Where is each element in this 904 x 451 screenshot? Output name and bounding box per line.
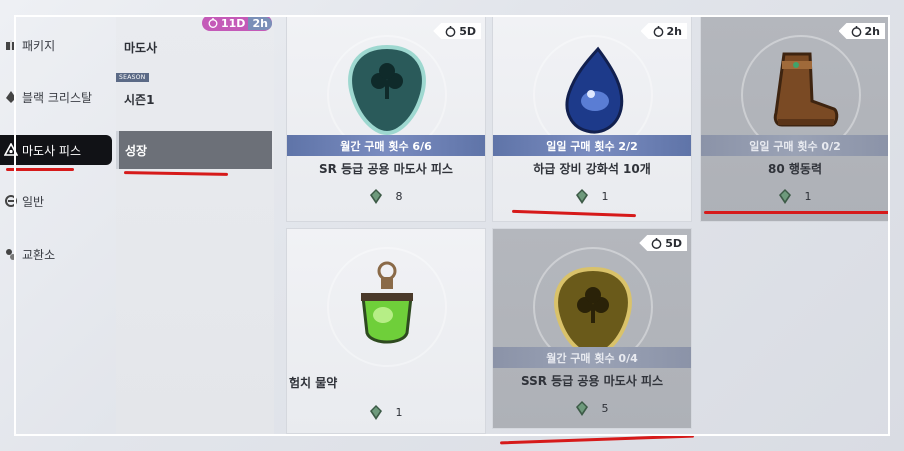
price-row: 1 <box>493 189 691 204</box>
category-black-crystal[interactable]: 블랙 크리스탈 <box>0 82 92 112</box>
shop-card-exp-potion[interactable]: 험치 물약 1 <box>286 228 486 434</box>
item-name: 험치 물약 <box>289 376 338 390</box>
ssr-clover-piece-icon <box>554 266 632 358</box>
category-label: 일반 <box>22 194 45 209</box>
category-label: 패키지 <box>22 38 56 53</box>
season-badge: SEASON <box>116 73 149 82</box>
card-timer-tag: 5D <box>433 23 481 39</box>
price-row: 5 <box>493 401 691 416</box>
price-row: 8 <box>287 189 485 204</box>
item-name: 80 행동력 <box>768 162 822 176</box>
subcategory-panel: 마도사 SEASON 시즌1 성장 <box>116 15 274 436</box>
stopwatch-icon <box>208 18 218 28</box>
price-row: 1 <box>701 189 889 204</box>
purchase-limit-band: 일일 구매 횟수 0/2 <box>701 135 889 156</box>
category-general[interactable]: 일반 <box>0 186 44 216</box>
category-mage-piece[interactable]: 마도사 피스 <box>0 135 112 165</box>
card-timer: 2h <box>864 24 881 38</box>
category-label: 교환소 <box>22 247 56 262</box>
shop-card-ssr-piece[interactable]: 5D 월간 구매 횟수 0/4 SSR 등급 공용 마도사 피스 5 <box>492 228 692 429</box>
annotation-underline <box>6 168 74 171</box>
category-label: 블랙 크리스탈 <box>22 90 93 105</box>
shop-card-sr-piece[interactable]: 5D 월간 구매 횟수 6/6 SR 등급 공용 마도사 피스 8 <box>286 16 486 222</box>
category-exchange[interactable]: 교환소 <box>0 239 55 269</box>
stopwatch-icon <box>851 25 861 37</box>
green-gem-icon <box>575 189 588 204</box>
item-name: 하급 장비 강화석 10개 <box>533 162 651 176</box>
price-value: 1 <box>601 190 609 203</box>
category-label: 마도사 피스 <box>22 143 82 158</box>
price-value: 5 <box>601 402 609 415</box>
green-gem-icon <box>575 401 588 416</box>
purchase-limit-band: 월간 구매 횟수 6/6 <box>287 135 485 156</box>
price-value: 8 <box>395 190 403 203</box>
card-timer: 5D <box>665 236 682 250</box>
boot-icon <box>773 52 839 127</box>
price-value: 1 <box>395 406 403 419</box>
card-timer: 5D <box>459 24 476 38</box>
green-gem-icon <box>369 189 382 204</box>
annotation-underline <box>500 434 694 445</box>
category-sidebar: 패키지 블랙 크리스탈 마도사 피스 일반 교환소 <box>0 0 116 451</box>
event-timer-hours: 2h <box>248 16 272 30</box>
shop-card-stamina[interactable]: 2h 일일 구매 횟수 0/2 80 행동력 1 <box>700 16 890 222</box>
exchange-icon <box>6 249 16 260</box>
item-name: SSR 등급 공용 마도사 피스 <box>520 374 664 388</box>
shop-card-enhance-stone[interactable]: 2h 일일 구매 횟수 2/2 하급 장비 강화석 10개 1 <box>492 16 692 222</box>
card-timer-tag: 5D <box>639 235 687 251</box>
subcategory-growth[interactable]: 성장 <box>116 131 272 169</box>
card-timer: 2h <box>666 24 683 38</box>
piece-icon <box>4 143 18 156</box>
category-package[interactable]: 패키지 <box>0 30 55 60</box>
sr-clover-piece-icon <box>348 44 426 136</box>
card-timer-tag: 2h <box>640 23 687 39</box>
purchase-limit-band: 월간 구매 횟수 0/4 <box>493 347 691 368</box>
stopwatch-icon <box>653 25 663 37</box>
price-value: 1 <box>804 190 812 203</box>
annotation-underline <box>704 211 890 214</box>
crystal-icon <box>6 91 16 103</box>
event-timer-badge: 11D 2h <box>202 15 272 31</box>
potion-icon <box>361 261 413 344</box>
subcategory-mage[interactable]: 마도사 <box>124 39 157 56</box>
purchase-limit-band: 일일 구매 횟수 2/2 <box>493 135 691 156</box>
card-timer-tag: 2h <box>838 23 885 39</box>
green-gem-icon <box>778 189 791 204</box>
package-icon <box>6 40 16 50</box>
stopwatch-icon <box>651 237 662 249</box>
general-icon <box>5 195 17 207</box>
price-row: 1 <box>287 405 485 420</box>
event-timer-days: 11D <box>221 16 246 30</box>
blue-stone-icon <box>565 46 624 134</box>
subcategory-season1[interactable]: 시즌1 <box>124 91 154 108</box>
item-name: SR 등급 공용 마도사 피스 <box>319 162 453 176</box>
green-gem-icon <box>369 405 382 420</box>
stopwatch-icon <box>445 25 456 37</box>
